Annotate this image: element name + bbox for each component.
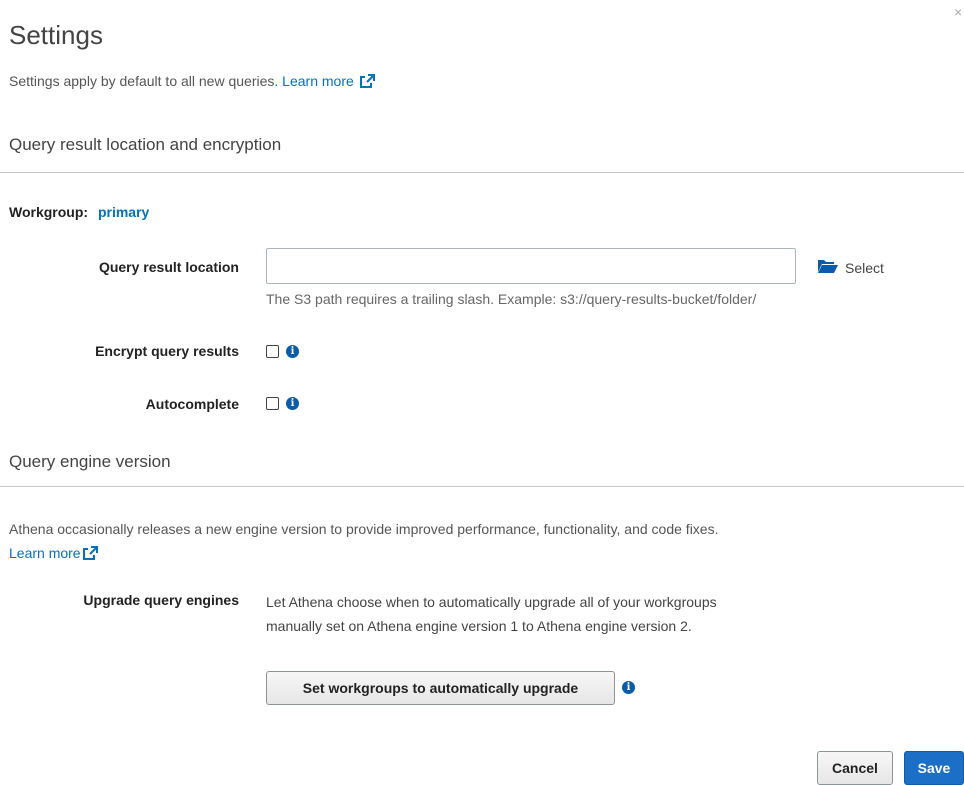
engine-description: Athena occasionally releases a new engin…	[9, 517, 949, 567]
close-icon[interactable]: ×	[954, 4, 962, 20]
select-label: Select	[845, 259, 884, 276]
section-divider	[0, 172, 964, 173]
autocomplete-label: Autocomplete	[145, 396, 239, 412]
engine-learn-more-label: Learn more	[9, 545, 81, 561]
location-hint: The S3 path requires a trailing slash. E…	[266, 291, 757, 307]
external-link-icon	[82, 543, 98, 567]
query-result-location-label: Query result location	[98, 259, 239, 275]
encrypt-query-results-label: Encrypt query results	[95, 343, 239, 359]
section-title-engine-version: Query engine version	[9, 452, 171, 471]
modal-title: Settings	[9, 20, 103, 50]
learn-more-label: Learn more	[282, 73, 354, 89]
info-icon[interactable]: i	[286, 345, 299, 358]
cancel-button[interactable]: Cancel	[817, 751, 893, 785]
workgroup-label: Workgroup:	[9, 204, 89, 220]
external-link-icon	[359, 74, 375, 91]
intro-text-row: Settings apply by default to all new que…	[9, 73, 375, 91]
info-icon[interactable]: i	[286, 397, 299, 410]
info-icon[interactable]: i	[622, 681, 635, 694]
upgrade-query-engines-label: Upgrade query engines	[83, 592, 239, 608]
upgrade-description: Let Athena choose when to automatically …	[266, 594, 717, 634]
section-divider	[0, 486, 964, 487]
set-auto-upgrade-button[interactable]: Set workgroups to automatically upgrade	[266, 671, 615, 705]
select-location-button[interactable]: Select	[817, 258, 884, 277]
workgroup-link[interactable]: primary	[98, 204, 149, 220]
learn-more-link[interactable]: Learn more	[282, 73, 375, 89]
autocomplete-checkbox[interactable]	[266, 397, 279, 410]
engine-description-text: Athena occasionally releases a new engin…	[9, 521, 719, 537]
section-title-query-result: Query result location and encryption	[9, 135, 282, 154]
encrypt-query-results-checkbox[interactable]	[266, 345, 279, 358]
query-result-location-input[interactable]	[266, 248, 796, 284]
save-button[interactable]: Save	[904, 751, 964, 785]
folder-open-icon	[817, 258, 845, 277]
engine-learn-more-link[interactable]: Learn more	[9, 545, 98, 561]
intro-text: Settings apply by default to all new que…	[9, 73, 283, 89]
workgroup-row: Workgroup: primary	[9, 204, 149, 220]
